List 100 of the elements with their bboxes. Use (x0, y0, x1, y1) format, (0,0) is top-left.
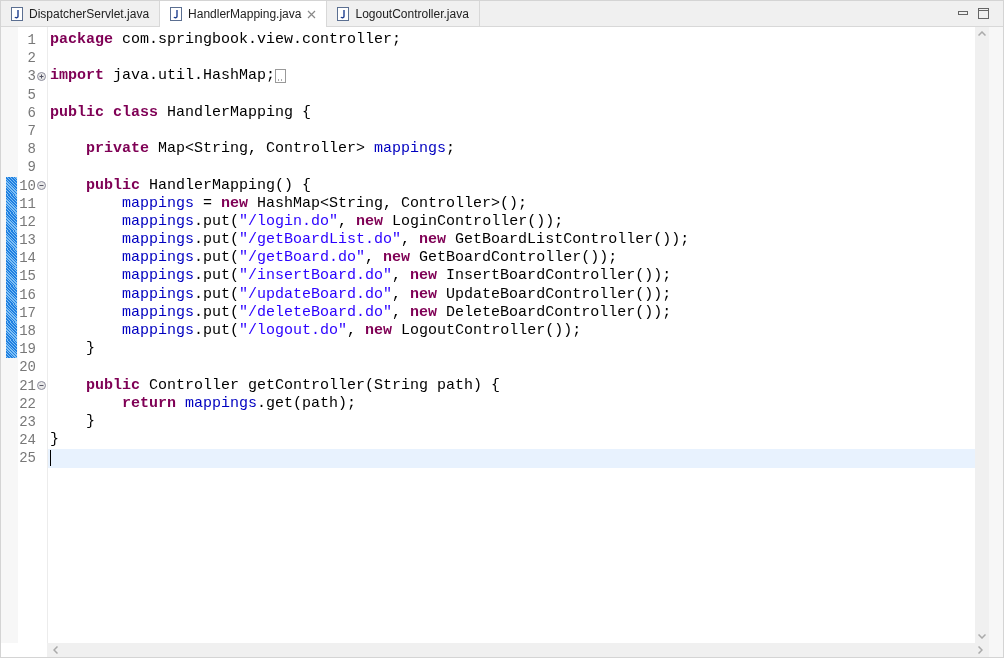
line-number: 23 (19, 412, 36, 432)
line-number: 19 (19, 340, 36, 359)
code-text: , (338, 212, 349, 232)
field-name: mappings (121, 212, 195, 232)
field-name: mappings (121, 249, 195, 268)
code-text: .put( (194, 267, 240, 286)
code-text: java.util.HashMap; (112, 67, 276, 86)
code-text: ; (446, 140, 456, 159)
keyword: new (221, 194, 249, 213)
code-text: DeleteBoardController()); (445, 303, 672, 322)
close-icon[interactable] (307, 9, 317, 19)
scroll-right-icon[interactable] (978, 646, 983, 654)
collapse-icon[interactable] (37, 181, 46, 191)
scroll-down-icon[interactable] (978, 634, 986, 639)
keyword: private (85, 140, 150, 159)
line-number: 17 (19, 303, 36, 322)
line-number: 1 (27, 31, 36, 50)
keyword: new (410, 285, 438, 304)
code-text: , (392, 285, 403, 304)
keyword: new (410, 267, 438, 286)
code-text: } (85, 412, 95, 432)
text-cursor (50, 450, 51, 467)
line-number: 15 (19, 267, 36, 286)
line-number: 21 (19, 376, 36, 395)
code-text: HashMap<String, Controller>(); (256, 194, 528, 213)
keyword: return (121, 394, 177, 413)
field-name: mappings (121, 322, 195, 341)
code-text: } (85, 340, 95, 359)
code-text: .put( (194, 285, 240, 304)
keyword: new (383, 249, 411, 268)
field-name: mappings (121, 267, 195, 286)
code-text: HandlerMapping() { (148, 176, 312, 195)
field-name: mappings (374, 140, 447, 159)
code-text: LoginController()); (391, 212, 564, 232)
code-text: .put( (194, 212, 240, 232)
string-literal: "/insertBoard.do" (239, 267, 393, 286)
code-text: UpdateBoardController()); (445, 285, 672, 304)
line-number: 14 (19, 249, 36, 268)
keyword: public (50, 103, 104, 122)
line-number: 10 (19, 176, 36, 195)
string-literal: "/deleteBoard.do" (239, 303, 393, 322)
line-number: 25 (19, 449, 36, 468)
line-number: 9 (27, 158, 36, 177)
keyword: public (85, 176, 140, 195)
keyword: new (365, 322, 393, 341)
line-number: 24 (19, 431, 36, 450)
keyword: class (112, 103, 159, 122)
java-file-icon (337, 6, 350, 21)
maximize-icon[interactable] (978, 8, 989, 19)
code-text: GetBoardController()); (418, 249, 618, 268)
java-file-icon (11, 6, 23, 21)
code-text: , (365, 249, 376, 268)
scroll-left-icon[interactable] (53, 646, 58, 654)
field-name: mappings (121, 285, 195, 304)
code-text: InsertBoardController()); (445, 267, 672, 286)
line-number: 2 (27, 49, 36, 68)
code-text: .put( (194, 231, 240, 250)
code-text: Map<String, Controller> (157, 140, 367, 159)
keyword: public (85, 376, 140, 395)
editor-tab[interactable]: LogoutController.java (327, 1, 480, 26)
line-number: 7 (27, 121, 36, 141)
code-text: .get(path); (257, 394, 357, 413)
code-text: com.springbook.view.controller; (121, 31, 402, 50)
code-text: GetBoardListController()); (454, 231, 690, 250)
line-number: 6 (27, 103, 36, 122)
scroll-up-icon[interactable] (978, 31, 986, 36)
line-number: 20 (19, 358, 36, 377)
keyword: import (50, 67, 104, 86)
code-text: = (202, 194, 214, 213)
code-text: , (401, 231, 412, 250)
string-literal: "/login.do" (239, 212, 339, 232)
keyword: new (410, 303, 438, 322)
vertical-scrollbar[interactable] (975, 27, 989, 643)
code-text: LogoutController()); (400, 322, 582, 341)
code-text: , (392, 303, 403, 322)
minimize-icon[interactable] (958, 11, 968, 16)
folded-code-icon[interactable] (275, 69, 287, 84)
editor-tab[interactable]: HandlerMapping.java (160, 1, 328, 27)
code-text: .put( (194, 249, 240, 268)
string-literal: "/updateBoard.do" (239, 285, 393, 304)
horizontal-scrollbar[interactable] (47, 643, 989, 657)
code-text: Controller getController(String path) { (148, 376, 501, 395)
field-name: mappings (121, 194, 195, 213)
expand-icon[interactable] (37, 71, 46, 81)
line-number: 3 (27, 67, 36, 86)
line-number: 22 (19, 394, 36, 413)
string-literal: "/getBoard.do" (239, 249, 366, 268)
keyword: new (356, 212, 384, 232)
collapse-icon[interactable] (37, 381, 46, 391)
line-number: 5 (27, 85, 36, 104)
code-text: HandlerMapping { (166, 103, 312, 122)
field-name: mappings (184, 394, 258, 413)
line-number: 13 (19, 231, 36, 250)
line-number: 18 (19, 322, 36, 341)
keyword: package (50, 31, 113, 50)
java-file-icon (170, 7, 183, 21)
keyword: new (419, 231, 447, 250)
string-literal: "/getBoardList.do" (239, 231, 402, 250)
line-number: 8 (27, 140, 36, 159)
field-name: mappings (121, 231, 195, 250)
